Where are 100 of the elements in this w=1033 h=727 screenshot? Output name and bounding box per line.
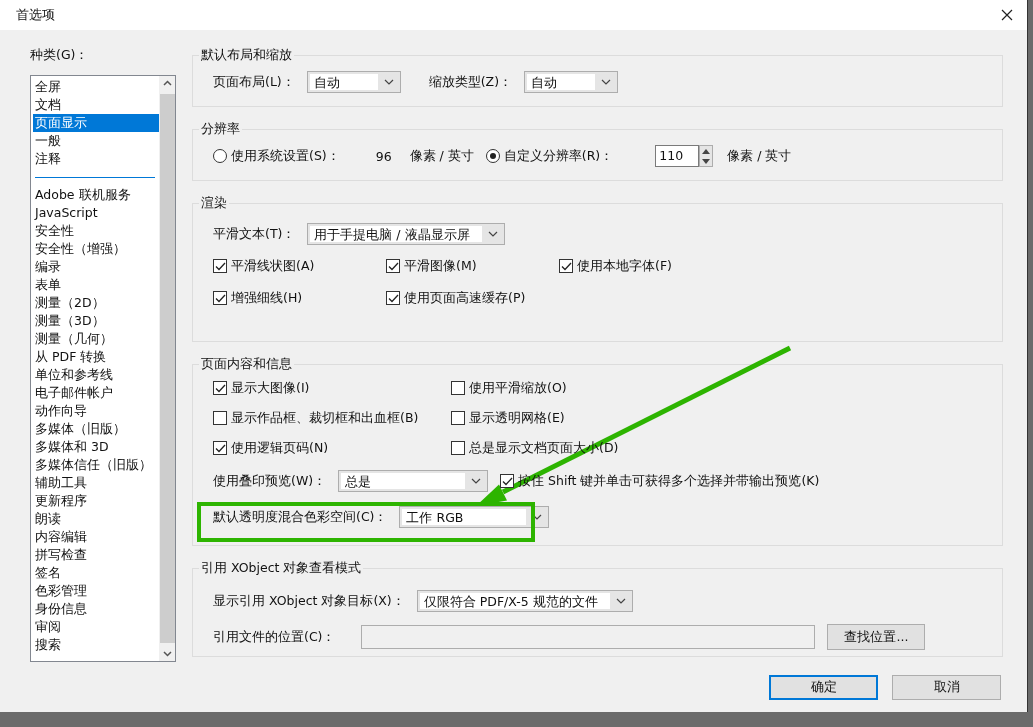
category-item[interactable]: 搜索 xyxy=(33,636,159,654)
dialog-button[interactable]: 取消 xyxy=(892,675,1001,700)
checkbox-label: 使用逻辑页码(N) xyxy=(231,439,329,457)
checkbox-option[interactable]: 显示作品框、裁切框和出血框(B) xyxy=(213,409,451,427)
spinner-buttons[interactable] xyxy=(699,145,714,167)
dropdown[interactable]: 用于手提电脑 / 液晶显示屏 xyxy=(307,223,505,245)
category-item[interactable]: JavaScript xyxy=(33,204,159,222)
checkbox[interactable] xyxy=(213,259,227,273)
category-item[interactable]: 测量（几何） xyxy=(33,330,159,348)
chevron-down-icon xyxy=(487,231,498,237)
number-field[interactable]: 110 xyxy=(655,145,700,167)
checkbox-label: 平滑线状图(A) xyxy=(231,257,315,275)
dialog-button[interactable]: 确定 xyxy=(769,675,878,700)
checkbox[interactable] xyxy=(386,291,400,305)
scroll-down-icon[interactable] xyxy=(162,651,172,657)
checkbox[interactable] xyxy=(213,441,227,455)
checkbox[interactable] xyxy=(559,259,573,273)
category-item[interactable]: 多媒体和 3D xyxy=(33,438,159,456)
checkbox-option[interactable]: 使用本地字体(F) xyxy=(559,257,732,275)
checkbox-label: 显示透明网格(E) xyxy=(469,409,565,427)
unit-text: 像素 / 英寸 xyxy=(409,147,474,165)
category-item[interactable]: 多媒体（旧版） xyxy=(33,420,159,438)
category-item[interactable]: 从 PDF 转换 xyxy=(33,348,159,366)
group-title: 页面内容和信息 xyxy=(200,356,293,373)
checkbox-label: 平滑图像(M) xyxy=(404,257,477,275)
category-item[interactable]: 动作向导 xyxy=(33,402,159,420)
group-title: 分辨率 xyxy=(200,121,241,138)
category-item[interactable]: 文档 xyxy=(33,96,159,114)
radio-button[interactable] xyxy=(213,149,227,163)
checkbox[interactable] xyxy=(213,381,227,395)
path-field[interactable] xyxy=(361,625,816,649)
category-item[interactable]: 注释 xyxy=(33,150,159,168)
category-item[interactable]: 内容编辑 xyxy=(33,528,159,546)
checkbox[interactable] xyxy=(451,381,465,395)
category-item[interactable]: 测量（3D） xyxy=(33,312,159,330)
checkbox-label: 显示大图像(I) xyxy=(231,379,310,397)
dropdown[interactable]: 工作 RGB xyxy=(399,506,550,528)
chevron-down-icon xyxy=(601,79,612,85)
category-item[interactable]: 单位和参考线 xyxy=(33,366,159,384)
checkbox-option[interactable]: 平滑线状图(A) xyxy=(213,257,386,275)
category-item[interactable]: 朗读 xyxy=(33,510,159,528)
checkbox-option[interactable]: 增强细线(H) xyxy=(213,289,386,307)
category-item[interactable]: 多媒体信任（旧版） xyxy=(33,456,159,474)
category-item[interactable]: 表单 xyxy=(33,276,159,294)
checkbox-option[interactable]: 平滑图像(M) xyxy=(386,257,559,275)
category-item[interactable]: 审阅 xyxy=(33,618,159,636)
category-item[interactable]: 色彩管理 xyxy=(33,582,159,600)
checkbox-label: 使用本地字体(F) xyxy=(577,257,672,275)
group-title: 默认布局和缩放 xyxy=(200,47,293,64)
dropdown[interactable]: 自动 xyxy=(524,71,619,93)
radio-button[interactable] xyxy=(485,149,500,163)
checkbox[interactable] xyxy=(213,411,227,425)
field-label: 页面布局(L)： xyxy=(213,73,295,91)
checkbox[interactable] xyxy=(451,411,465,425)
checkbox-label: 使用平滑缩放(O) xyxy=(469,379,567,397)
checkbox-option[interactable]: 显示透明网格(E) xyxy=(451,409,689,427)
checkbox[interactable] xyxy=(386,259,400,273)
chevron-down-icon xyxy=(471,478,482,484)
group-title: 渲染 xyxy=(200,195,228,212)
dropdown[interactable]: 总是 xyxy=(338,470,489,492)
category-item[interactable]: 电子邮件帐户 xyxy=(33,384,159,402)
chevron-down-icon xyxy=(383,79,394,85)
chevron-down-icon xyxy=(615,598,626,604)
category-item[interactable]: 安全性 xyxy=(33,222,159,240)
category-item[interactable]: 编录 xyxy=(33,258,159,276)
category-item[interactable]: 更新程序 xyxy=(33,492,159,510)
checkbox-label: 增强细线(H) xyxy=(231,289,303,307)
category-item[interactable]: 签名 xyxy=(33,564,159,582)
category-item[interactable]: 安全性（增强） xyxy=(33,240,159,258)
checkbox-option[interactable]: 使用逻辑页码(N) xyxy=(213,439,451,457)
browse-button[interactable]: 查找位置... xyxy=(827,624,926,650)
checkbox[interactable] xyxy=(213,291,227,305)
field-label: 引用文件的位置(C)： xyxy=(213,628,336,646)
category-item[interactable]: 全屏 xyxy=(33,78,159,96)
checkbox[interactable] xyxy=(500,474,515,488)
close-icon[interactable] xyxy=(1001,9,1013,21)
field-label: 平滑文本(T)： xyxy=(213,225,296,243)
category-item[interactable]: 页面显示 xyxy=(33,114,159,132)
checkbox-option[interactable]: 使用页面高速缓存(P) xyxy=(386,289,559,307)
checkbox-label: 使用页面高速缓存(P) xyxy=(404,289,526,307)
category-item[interactable]: 测量（2D） xyxy=(33,294,159,312)
field-label: 默认透明度混合色彩空间(C)： xyxy=(213,508,388,526)
category-item[interactable]: 拼写检查 xyxy=(33,546,159,564)
checkbox-option[interactable]: 显示大图像(I) xyxy=(213,379,451,397)
field-label: 显示引用 XObject 对象目标(X)： xyxy=(213,592,405,610)
field-label: 缩放类型(Z)： xyxy=(428,73,513,91)
category-label: 种类(G)： xyxy=(30,47,90,64)
checkbox-option[interactable]: 使用平滑缩放(O) xyxy=(451,379,689,397)
category-item[interactable]: 辅助工具 xyxy=(33,474,159,492)
unit-text: 96 xyxy=(375,148,392,164)
unit-text: 像素 / 英寸 xyxy=(727,147,792,165)
chevron-down-icon xyxy=(532,514,543,520)
dropdown[interactable]: 仅限符合 PDF/X-5 规范的文件 xyxy=(416,590,633,612)
category-item[interactable]: Adobe 联机服务 xyxy=(33,186,159,204)
checkbox[interactable] xyxy=(451,441,465,455)
group-title: 引用 XObject 对象查看模式 xyxy=(200,560,363,577)
scroll-up-icon[interactable] xyxy=(162,80,172,86)
category-item[interactable]: 身份信息 xyxy=(33,600,159,618)
category-item[interactable]: 一般 xyxy=(33,132,159,150)
dropdown[interactable]: 自动 xyxy=(306,71,401,93)
